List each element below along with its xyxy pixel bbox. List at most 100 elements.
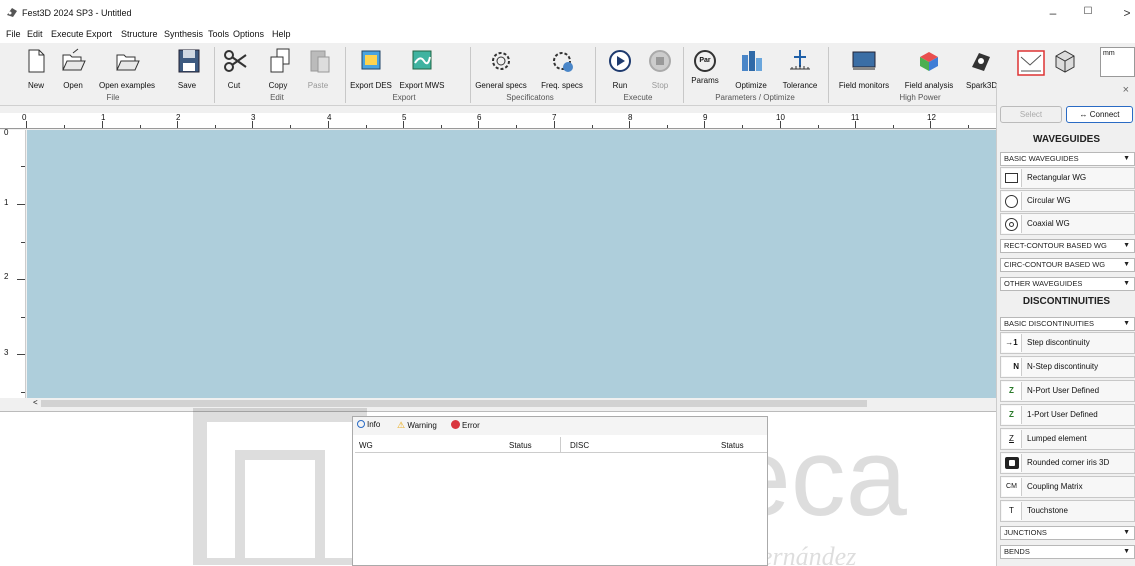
category-basic-discontinuities[interactable]: BASIC DISCONTINUITIES ▼ <box>1000 317 1135 331</box>
close-panel-icon[interactable]: × <box>1123 84 1129 96</box>
field-analysis-button[interactable]: Field analysis <box>902 47 956 90</box>
copy-button[interactable]: Copy <box>266 47 290 90</box>
select-button[interactable]: Select <box>1000 106 1062 123</box>
tab-info[interactable]: Info <box>357 420 380 429</box>
col-wg: WG <box>359 441 373 450</box>
coaxial-icon <box>1002 215 1022 233</box>
design-canvas[interactable] <box>27 130 996 398</box>
circle-icon <box>1002 192 1022 210</box>
ruler-tick <box>252 121 253 128</box>
menu-synthesis[interactable]: Synthesis <box>164 29 203 39</box>
maximize-icon[interactable]: ☐ <box>1078 6 1098 17</box>
group-label-parameters: Parameters / Optimize <box>715 93 795 102</box>
optimize-icon <box>742 51 762 71</box>
group-separator <box>828 47 829 103</box>
general-specs-button[interactable]: General specs <box>474 47 528 90</box>
tab-warning[interactable]: ⚠ Warning <box>397 420 437 431</box>
chevron-down-icon: ▼ <box>1123 529 1130 536</box>
category-junctions[interactable]: JUNCTIONS ▼ <box>1000 526 1135 540</box>
export-des-icon <box>361 50 381 70</box>
one-port-icon: Z <box>1002 406 1022 424</box>
ruler-label: 1 <box>4 198 9 207</box>
open-examples-button[interactable]: Open examples <box>98 47 156 90</box>
optimize-button[interactable]: Optimize <box>732 47 770 90</box>
spark3d-button[interactable]: Spark3D <box>966 47 997 90</box>
tolerance-button[interactable]: Tolerance <box>780 47 820 90</box>
view-3d-icon[interactable] <box>1052 47 1078 75</box>
minimize-icon[interactable]: – <box>1043 6 1063 20</box>
category-rect-contour[interactable]: RECT-CONTOUR BASED WG ▼ <box>1000 239 1135 253</box>
category-bends[interactable]: BENDS ▼ <box>1000 545 1135 559</box>
open-button[interactable]: Open <box>58 47 88 90</box>
title-bar: Fest3D 2024 SP3 - Untitled – ☐ > <box>0 0 1135 26</box>
paste-button[interactable]: Paste <box>306 47 330 90</box>
paste-icon <box>310 50 330 73</box>
category-basic-waveguides[interactable]: BASIC WAVEGUIDES ▼ <box>1000 152 1135 166</box>
ruler-tick <box>21 166 25 167</box>
ruler-tick <box>21 392 25 393</box>
palette-item-coaxial-wg[interactable]: Coaxial WG <box>1000 213 1135 235</box>
ruler-tick <box>102 121 103 128</box>
palette-item-step-discontinuity[interactable]: →1 Step discontinuity <box>1000 332 1135 354</box>
ruler-tick <box>554 121 555 128</box>
menu-help[interactable]: Help <box>272 29 291 39</box>
ruler-tick <box>215 125 216 128</box>
stop-button[interactable]: Stop <box>645 47 675 90</box>
ruler-tick <box>818 125 819 128</box>
coupling-matrix-icon: CM <box>1002 478 1022 496</box>
palette-item-touchstone[interactable]: T Touchstone <box>1000 500 1135 522</box>
view-2d-icon[interactable] <box>1016 49 1046 77</box>
menu-file[interactable]: File <box>6 29 21 39</box>
run-button[interactable]: Run <box>605 47 635 90</box>
save-button[interactable]: Save <box>175 47 200 90</box>
category-circ-contour[interactable]: CIRC-CONTOUR BASED WG ▼ <box>1000 258 1135 272</box>
ribbon-toolbar: New Open Open examples Save Cut Copy Pas… <box>0 43 1000 106</box>
menu-tools[interactable]: Tools <box>208 29 229 39</box>
horizontal-scrollbar[interactable]: < <box>27 398 996 408</box>
ruler-tick <box>704 121 705 128</box>
category-other-waveguides[interactable]: OTHER WAVEGUIDES ▼ <box>1000 277 1135 291</box>
palette-item-rectangular-wg[interactable]: Rectangular WG <box>1000 167 1135 189</box>
ruler-tick <box>17 354 25 355</box>
menu-execute[interactable]: Execute <box>51 29 84 39</box>
units-selector[interactable]: mm <box>1100 47 1135 77</box>
menu-bar: File Edit Execute Export Structure Synth… <box>0 26 1135 43</box>
info-icon <box>357 420 365 428</box>
params-button[interactable]: Par Params <box>690 47 720 85</box>
palette-item-1-port-user-defined[interactable]: Z 1-Port User Defined <box>1000 404 1135 426</box>
connect-button[interactable]: ↔ Connect <box>1066 106 1133 123</box>
group-label-edit: Edit <box>270 93 284 102</box>
cut-button[interactable]: Cut <box>222 47 247 90</box>
palette-item-circular-wg[interactable]: Circular WG <box>1000 190 1135 212</box>
field-analysis-icon <box>920 52 938 71</box>
n-port-icon: Z <box>1002 382 1022 400</box>
field-monitors-button[interactable]: Field monitors <box>836 47 892 90</box>
export-mws-button[interactable]: Export MWS <box>398 47 446 90</box>
menu-options[interactable]: Options <box>233 29 264 39</box>
open-folder-icon <box>62 48 86 71</box>
palette-item-n-step-discontinuity[interactable]: N N-Step discontinuity <box>1000 356 1135 378</box>
spark3d-icon <box>972 53 990 71</box>
messages-panel: Info ⚠ Warning Error WG Status DISC Stat… <box>352 416 768 566</box>
menu-structure[interactable]: Structure <box>121 29 158 39</box>
palette-item-coupling-matrix[interactable]: CM Coupling Matrix <box>1000 476 1135 498</box>
new-button[interactable]: New <box>22 47 50 90</box>
n-step-icon: N <box>1002 358 1022 376</box>
palette-item-lumped-element[interactable]: Z Lumped element <box>1000 428 1135 450</box>
play-icon <box>609 50 631 72</box>
freq-specs-button[interactable]: Freq. specs <box>538 47 586 90</box>
error-icon <box>451 420 460 429</box>
export-mws-icon <box>412 50 432 70</box>
messages-tabs: Info ⚠ Warning Error <box>353 417 767 435</box>
palette-item-rounded-corner-iris[interactable]: Rounded corner iris 3D <box>1000 452 1135 474</box>
ruler-label: 3 <box>4 348 9 357</box>
export-des-button[interactable]: Export DES <box>350 47 392 90</box>
ruler-tick <box>930 121 931 128</box>
scrollbar-thumb[interactable] <box>41 400 867 407</box>
menu-export[interactable]: Export <box>86 29 112 39</box>
scroll-left-icon[interactable]: < <box>33 398 38 407</box>
tab-error[interactable]: Error <box>451 420 480 430</box>
close-icon[interactable]: > <box>1117 6 1135 20</box>
menu-edit[interactable]: Edit <box>27 29 43 39</box>
palette-item-n-port-user-defined[interactable]: Z N-Port User Defined <box>1000 380 1135 402</box>
